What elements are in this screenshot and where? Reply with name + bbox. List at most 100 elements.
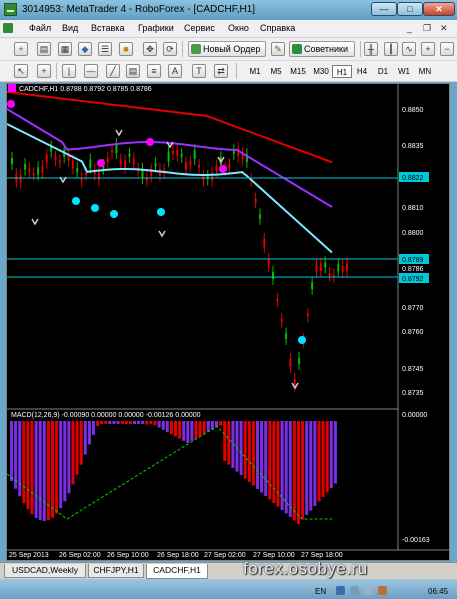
text-tool-icon[interactable]: A bbox=[168, 64, 182, 78]
new-order-button[interactable]: Новый Ордер bbox=[188, 41, 266, 57]
candle-body bbox=[19, 174, 22, 183]
line-chart-icon[interactable]: ∿ bbox=[402, 42, 416, 56]
trendline-icon[interactable]: ╱ bbox=[106, 64, 120, 78]
profiles-icon[interactable]: ▤ bbox=[37, 42, 51, 56]
timeframe-w1[interactable]: W1 bbox=[394, 65, 414, 78]
close-button[interactable]: ✕ bbox=[423, 2, 455, 16]
terminal-icon[interactable]: ■ bbox=[119, 42, 133, 56]
macd-scale-label: 0.00000 bbox=[402, 412, 427, 419]
zoom-out-icon[interactable]: − bbox=[440, 42, 454, 56]
chart-window[interactable]: CADCHF,H1 0.8788 0.8792 0.8785 0.8786 MA… bbox=[6, 83, 450, 561]
highlight-price-label: 0.8789 bbox=[402, 257, 424, 264]
timeframe-m5[interactable]: M5 bbox=[266, 65, 286, 78]
candlestick-icon[interactable]: ┃ bbox=[384, 42, 398, 56]
candle-body bbox=[228, 164, 231, 169]
label-tool-icon[interactable]: T bbox=[192, 64, 206, 78]
data-window-icon[interactable]: ◆ bbox=[78, 42, 92, 56]
macd-bar bbox=[63, 421, 67, 502]
price-label: 0.8735 bbox=[402, 390, 424, 397]
macd-bar bbox=[202, 421, 206, 435]
symbol-marker-icon bbox=[8, 84, 16, 92]
menu-file[interactable]: Файл bbox=[29, 23, 51, 33]
candle-body bbox=[272, 272, 274, 279]
candle-body bbox=[45, 154, 48, 163]
timeframe-m30[interactable]: M30 bbox=[310, 65, 332, 78]
candle-body bbox=[106, 157, 109, 163]
macd-bar bbox=[30, 421, 34, 515]
timeframe-m1[interactable]: M1 bbox=[244, 65, 266, 78]
time-label: 27 Sep 02:00 bbox=[204, 552, 246, 559]
mdi-restore-icon[interactable]: ❐ bbox=[423, 23, 431, 34]
timeframe-m15[interactable]: M15 bbox=[286, 65, 310, 78]
macd-bar bbox=[256, 421, 259, 489]
timeframe-d1[interactable]: D1 bbox=[372, 65, 394, 78]
macd-bar bbox=[317, 421, 321, 502]
menu-view[interactable]: Вид bbox=[62, 23, 78, 33]
tray-network-icon[interactable] bbox=[336, 586, 345, 595]
tab-cadchf-h1[interactable]: CADCHF,H1 bbox=[146, 564, 208, 579]
tray-app-icon[interactable] bbox=[378, 586, 387, 595]
cursor-icon[interactable]: ↖ bbox=[14, 64, 28, 78]
history-center-icon[interactable]: ⟳ bbox=[163, 42, 177, 56]
candle-body bbox=[306, 314, 309, 317]
candle-body bbox=[324, 262, 327, 268]
expert-advisors-button[interactable]: Советники bbox=[289, 41, 355, 57]
tools-toolbar: ↖ + | — ╱ ▤ ≡ A T ⇄ M1 M5 M15 M30 H1 H4 … bbox=[0, 61, 457, 82]
arrows-icon[interactable]: ⇄ bbox=[214, 64, 228, 78]
price-chart[interactable]: CADCHF,H1 0.8788 0.8792 0.8785 0.8786 MA… bbox=[7, 84, 449, 560]
tray-flag-icon[interactable] bbox=[364, 586, 373, 595]
chart-window-icon[interactable] bbox=[3, 23, 13, 33]
menu-tools[interactable]: Сервис bbox=[184, 23, 215, 33]
mdi-minimize-icon[interactable]: _ bbox=[407, 23, 412, 33]
menu-charts[interactable]: Графики bbox=[138, 23, 174, 33]
macd-bar bbox=[38, 421, 42, 521]
tray-volume-icon[interactable] bbox=[350, 586, 359, 595]
new-chart-icon[interactable]: + bbox=[14, 42, 28, 56]
candle-body bbox=[124, 160, 127, 168]
cyan-dot bbox=[110, 210, 118, 218]
macd-bar bbox=[124, 421, 128, 424]
time-label: 26 Sep 10:00 bbox=[107, 552, 149, 559]
timeframe-h1[interactable]: H1 bbox=[332, 65, 352, 78]
magenta-dot bbox=[97, 159, 105, 167]
macd-bar bbox=[260, 421, 264, 493]
candle-body bbox=[311, 282, 314, 289]
macd-bar bbox=[219, 421, 223, 426]
fibonacci-icon[interactable]: ≡ bbox=[147, 64, 161, 78]
maximize-button[interactable]: □ bbox=[397, 2, 423, 16]
time-label: 27 Sep 18:00 bbox=[301, 552, 343, 559]
navigator-icon[interactable]: ☰ bbox=[98, 42, 112, 56]
tab-usdcad-weekly[interactable]: USDCAD,Weekly bbox=[4, 564, 86, 578]
time-label: 26 Sep 02:00 bbox=[59, 552, 101, 559]
candle-body bbox=[337, 264, 340, 272]
tab-chfjpy-h1[interactable]: CHFJPY,H1 bbox=[88, 564, 144, 578]
channel-icon[interactable]: ▤ bbox=[126, 64, 140, 78]
menu-help[interactable]: Справка bbox=[260, 23, 295, 33]
magenta-dot bbox=[146, 138, 154, 146]
market-watch-icon[interactable]: ▦ bbox=[58, 42, 72, 56]
candle-body bbox=[98, 172, 100, 181]
horizontal-line-icon[interactable]: — bbox=[84, 64, 98, 78]
vertical-line-icon[interactable]: | bbox=[62, 64, 76, 78]
macd-bar bbox=[297, 421, 300, 524]
zoom-in-icon[interactable]: + bbox=[421, 42, 435, 56]
mdi-close-icon[interactable]: ✕ bbox=[440, 23, 448, 34]
crosshair-move-icon[interactable]: ✥ bbox=[143, 42, 157, 56]
crosshair-icon[interactable]: + bbox=[37, 64, 51, 78]
minimize-button[interactable]: — bbox=[371, 2, 397, 16]
price-label: 0.8770 bbox=[402, 305, 424, 312]
macd-bar bbox=[174, 421, 177, 437]
macd-bar bbox=[108, 421, 112, 424]
menu-window[interactable]: Окно bbox=[228, 23, 249, 33]
macd-bar bbox=[194, 421, 198, 439]
menu-insert[interactable]: Вставка bbox=[91, 23, 124, 33]
timeframe-mn[interactable]: MN bbox=[414, 65, 436, 78]
macd-bar bbox=[268, 421, 272, 500]
bar-chart-icon[interactable]: ╫ bbox=[364, 42, 378, 56]
language-indicator[interactable]: EN bbox=[315, 587, 326, 596]
meta-editor-icon[interactable]: ✎ bbox=[271, 42, 285, 56]
macd-bar bbox=[333, 421, 337, 484]
macd-bar bbox=[321, 421, 325, 497]
candle-body bbox=[176, 149, 179, 156]
timeframe-h4[interactable]: H4 bbox=[352, 65, 372, 78]
